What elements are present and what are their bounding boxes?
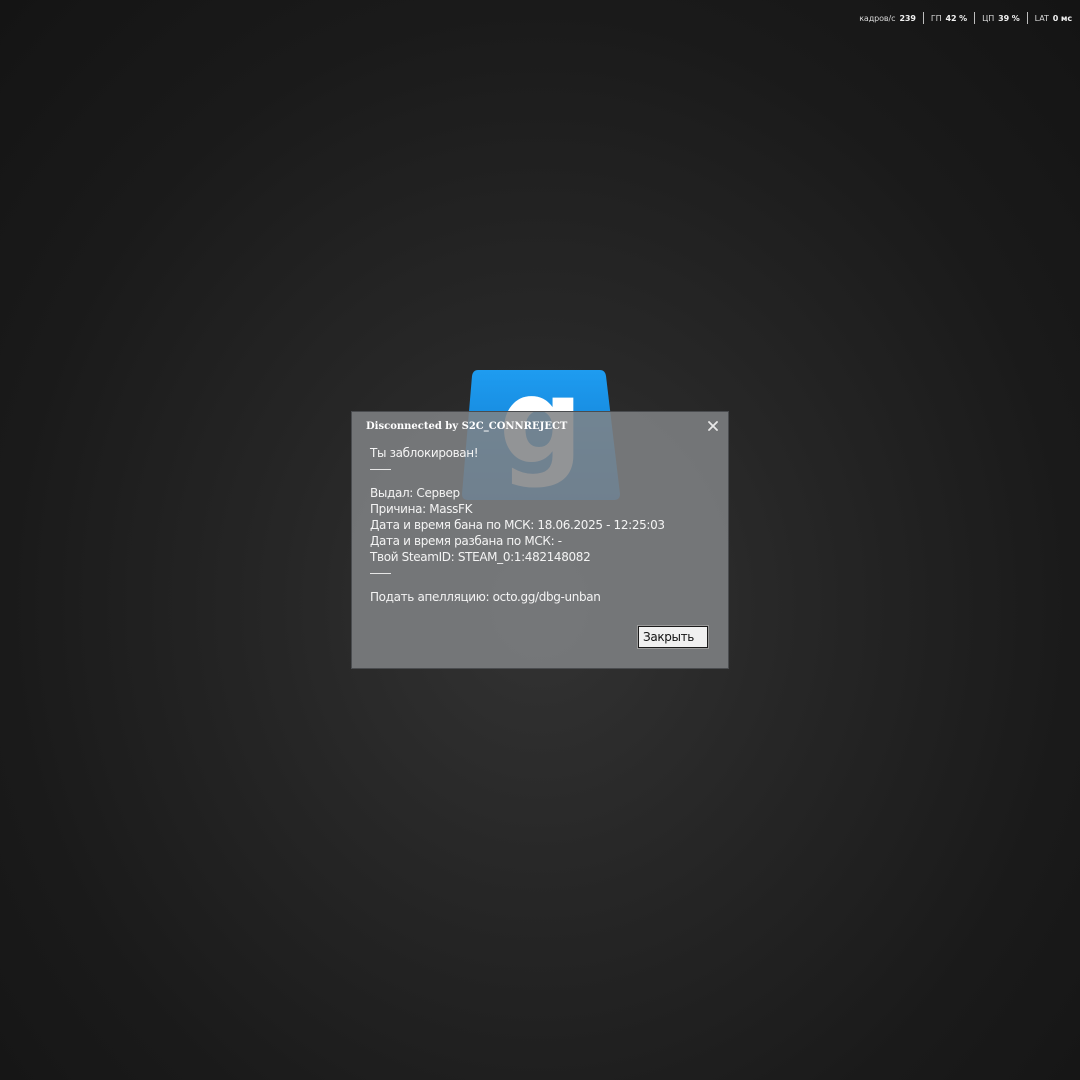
cpu-label: ЦП xyxy=(982,13,995,23)
separator xyxy=(370,469,391,470)
latency-value: 0 мс xyxy=(1052,13,1072,23)
separator xyxy=(370,573,391,574)
performance-overlay: кадров/с 239 ГП 42 % ЦП 39 % LAT 0 мс xyxy=(859,12,1072,24)
close-icon xyxy=(708,421,718,431)
cpu-value: 39 % xyxy=(998,13,1020,23)
gpu-label: ГП xyxy=(930,13,942,23)
issued-by-line: Выдал: Сервер xyxy=(370,486,460,500)
dialog-close-button[interactable] xyxy=(704,417,722,435)
gpu-value: 42 % xyxy=(945,13,968,23)
appeal-line: Подать апелляцию: octo.gg/dbg-unban xyxy=(370,590,601,604)
gpu-usage: ГП 42 % xyxy=(922,12,974,24)
fps-counter: кадров/с 239 xyxy=(859,12,923,24)
latency: LAT 0 мс xyxy=(1026,12,1072,24)
close-button[interactable]: Закрыть xyxy=(637,625,709,649)
reason-line: Причина: MassFK xyxy=(370,502,473,516)
blocked-message: Ты заблокирован! xyxy=(370,446,479,460)
ban-time-line: Дата и время бана по МСК: 18.06.2025 - 1… xyxy=(370,518,665,532)
fps-value: 239 xyxy=(899,13,916,23)
disconnect-dialog: Disconnected by S2C_CONNREJECT Ты заблок… xyxy=(351,411,729,669)
dialog-message: Ты заблокирован! Выдал: Сервер Причина: … xyxy=(370,445,665,605)
fps-label: кадров/с xyxy=(859,13,896,23)
unban-time-line: Дата и время разбана по МСК: - xyxy=(370,534,562,548)
steamid-line: Твой SteamID: STEAM_0:1:482148082 xyxy=(370,550,591,564)
cpu-usage: ЦП 39 % xyxy=(974,12,1027,24)
latency-label: LAT xyxy=(1034,13,1049,23)
dialog-title: Disconnected by S2C_CONNREJECT xyxy=(366,421,568,432)
